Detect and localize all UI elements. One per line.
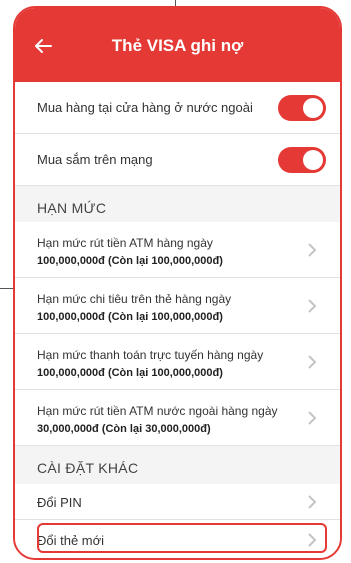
limit-value: 100,000,000đ (Còn lại 100,000,000đ) bbox=[37, 367, 223, 379]
settings-row-change-pin[interactable]: Đổi PIN bbox=[15, 484, 340, 520]
connector-line-left bbox=[0, 288, 14, 289]
toggle-switch-online-shopping[interactable] bbox=[278, 147, 326, 173]
limit-label: Hạn mức chi tiêu trên thẻ hàng ngày bbox=[37, 292, 232, 306]
toggle-knob bbox=[303, 98, 323, 118]
highlight-box-new-card bbox=[37, 523, 327, 553]
section-title-limits: HẠN MỨC bbox=[37, 200, 107, 216]
toggle-switch-foreign-store[interactable] bbox=[278, 95, 326, 121]
limit-label: Hạn mức thanh toán trực tuyến hàng ngày bbox=[37, 348, 264, 362]
limit-value: 100,000,000đ (Còn lại 100,000,000đ) bbox=[37, 255, 223, 267]
section-title-other-settings: CÀI ĐẶT KHÁC bbox=[37, 460, 139, 476]
toggle-label: Mua sắm trên mạng bbox=[37, 152, 153, 167]
limit-row-online-payment-daily[interactable]: Hạn mức thanh toán trực tuyến hàng ngày … bbox=[15, 334, 340, 390]
settings-label: Đổi PIN bbox=[37, 495, 82, 510]
app-header: Thẻ VISA ghi nợ bbox=[15, 8, 340, 82]
limit-label: Hạn mức rút tiền ATM hàng ngày bbox=[37, 236, 213, 250]
toggle-label: Mua hàng tại cửa hàng ở nước ngoài bbox=[37, 100, 253, 115]
limit-value: 30,000,000đ (Còn lại 30,000,000đ) bbox=[37, 423, 211, 435]
toggle-knob bbox=[303, 150, 323, 170]
toggle-row-foreign-store[interactable]: Mua hàng tại cửa hàng ở nước ngoài bbox=[15, 82, 340, 134]
chevron-right-icon bbox=[308, 495, 317, 509]
chevron-right-icon bbox=[308, 243, 317, 257]
toggle-row-online-shopping[interactable]: Mua sắm trên mạng bbox=[15, 134, 340, 186]
limit-row-atm-daily[interactable]: Hạn mức rút tiền ATM hàng ngày 100,000,0… bbox=[15, 222, 340, 278]
page-title: Thẻ VISA ghi nợ bbox=[111, 36, 244, 55]
limit-label: Hạn mức rút tiền ATM nước ngoài hàng ngà… bbox=[37, 404, 278, 418]
limit-value: 100,000,000đ (Còn lại 100,000,000đ) bbox=[37, 311, 223, 323]
chevron-right-icon bbox=[308, 411, 317, 425]
chevron-right-icon bbox=[308, 299, 317, 313]
chevron-right-icon bbox=[308, 355, 317, 369]
phone-frame: Thẻ VISA ghi nợ Mua hàng tại cửa hàng ở … bbox=[13, 6, 342, 560]
limit-row-foreign-atm-daily[interactable]: Hạn mức rút tiền ATM nước ngoài hàng ngà… bbox=[15, 390, 340, 446]
limit-row-spending-daily[interactable]: Hạn mức chi tiêu trên thẻ hàng ngày 100,… bbox=[15, 278, 340, 334]
